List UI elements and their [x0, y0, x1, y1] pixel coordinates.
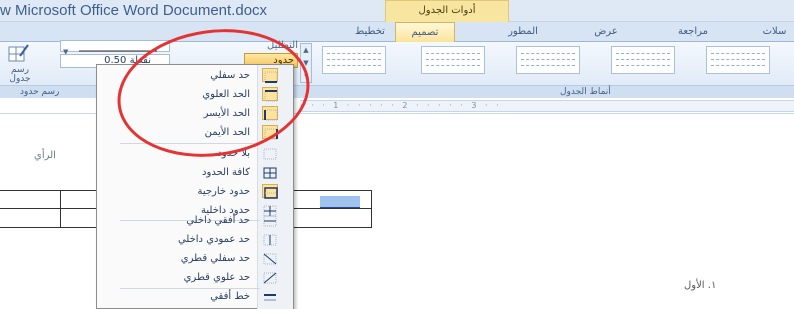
horizontal-line-icon [262, 289, 278, 303]
draw-table-label[interactable]: رسم جدول [0, 66, 40, 84]
table-style-thumbnail[interactable] [421, 46, 485, 74]
menu-item-outside-borders[interactable]: حدود خارجية [96, 182, 294, 201]
tab-mailings[interactable]: سلات [755, 22, 794, 42]
tab-view[interactable]: عرض [586, 22, 626, 42]
author-placeholder: الرأي [34, 150, 56, 161]
tab-design[interactable]: تصميم [395, 22, 455, 42]
diagonal-down-border-icon [262, 251, 278, 265]
draw-borders-group-label: رسم حدود [20, 87, 60, 97]
table-style-thumbnail[interactable] [516, 46, 580, 74]
selected-text-highlight[interactable] [320, 196, 360, 208]
no-border-icon [262, 146, 278, 160]
table-tools-context-label: أدوات الجدول [385, 0, 509, 22]
menu-item-diagonal-down[interactable]: حد سفلي قطري [96, 249, 294, 268]
tab-layout[interactable]: تخطيط [347, 22, 393, 42]
menu-item-label: حد علوي قطري [183, 272, 250, 283]
all-borders-icon [262, 165, 278, 179]
menu-item-diagonal-up[interactable]: حد علوي قطري [96, 268, 294, 287]
table-style-thumbnail[interactable] [611, 46, 675, 74]
table-style-thumbnail[interactable] [322, 46, 386, 74]
table-style-thumbnail[interactable] [706, 46, 770, 74]
menu-item-label: حدود خارجية [197, 186, 250, 197]
scroll-up-icon[interactable]: ▲ [302, 45, 310, 56]
menu-item-inside-horizontal[interactable]: حد أفقي داخلي [96, 211, 294, 230]
inside-vertical-border-icon [262, 232, 278, 246]
window-title: w Microsoft Office Word Document.docx [0, 2, 268, 19]
menu-item-all-borders[interactable]: كافة الحدود [96, 163, 294, 182]
tab-review[interactable]: مراجعة [665, 22, 721, 42]
numbered-list-item: ١. الأول [684, 280, 717, 291]
menu-item-label: حد أفقي داخلي [186, 215, 250, 226]
tab-developer[interactable]: المطور [500, 22, 546, 42]
menu-item-horizontal-line[interactable]: خط أفقي [96, 287, 294, 306]
menu-item-label: حد سفلي قطري [180, 253, 250, 264]
diagonal-up-border-icon [262, 270, 278, 284]
menu-item-label: كافة الحدود [202, 167, 250, 178]
menu-item-label: حد عمودي داخلي [177, 234, 250, 245]
table-styles-group-label: أنماط الجدول [560, 87, 611, 97]
inside-horizontal-border-icon [262, 213, 278, 227]
table-border-line [60, 190, 61, 227]
ruler-marks: · · · 1 · · · · · 2 · · · · · 3 · · [300, 100, 794, 112]
menu-item-label: خط أفقي [210, 291, 250, 302]
outside-borders-icon [262, 184, 278, 199]
menu-item-inside-vertical[interactable]: حد عمودي داخلي [96, 230, 294, 249]
table-border-line [371, 190, 372, 227]
draw-table-icon[interactable] [8, 44, 30, 64]
